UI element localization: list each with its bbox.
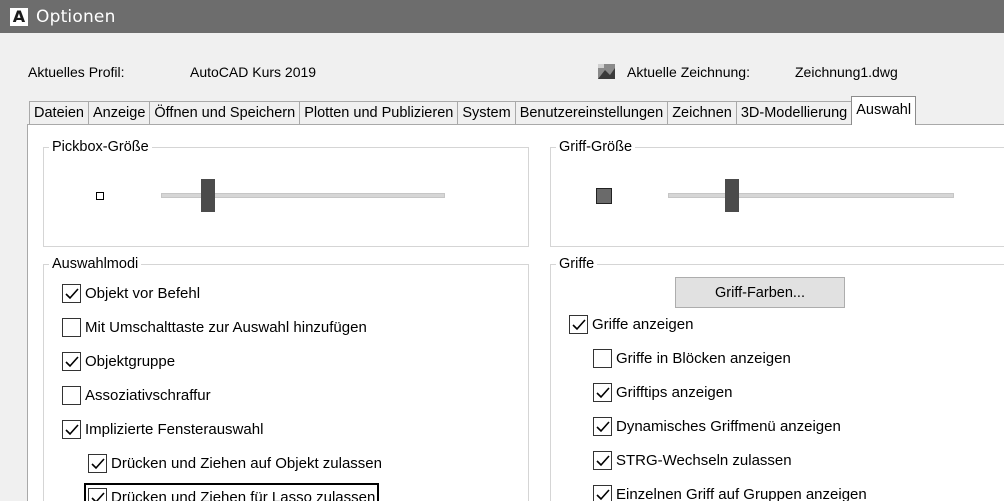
checkbox-objektgruppe[interactable]: Objektgruppe [62,351,175,371]
grip-colors-button[interactable]: Griff-Farben... [675,277,845,308]
checkbox-box[interactable] [593,484,612,501]
current-drawing-value: Zeichnung1.dwg [795,64,898,80]
checkbox-druecken-ziehen-lasso[interactable]: Drücken und Ziehen für Lasso zulassen [83,483,380,501]
title-bar: A Optionen [0,0,1004,33]
checkbox-label: Einzelnen Griff auf Gruppen anzeigen [616,485,867,501]
grips-group: Griffe Griff-Farben... Griffe anzeigen G… [550,256,1004,501]
tab-oeffnen-speichern[interactable]: Öffnen und Speichern [149,101,301,125]
checkbox-druecken-ziehen-objekt[interactable]: Drücken und Ziehen auf Objekt zulassen [88,453,382,473]
checkbox-box[interactable] [593,416,612,436]
grip-size-group: Griff-Größe [550,139,1004,247]
checkbox-label: Drücken und Ziehen für Lasso zulassen [111,488,376,501]
grip-size-slider-thumb[interactable] [725,179,739,212]
grip-size-slider-track[interactable] [668,193,954,198]
checkmark-icon [596,386,610,398]
current-drawing-label: Aktuelle Zeichnung: [627,64,750,80]
checkbox-box[interactable] [88,453,107,473]
checkbox-box[interactable] [593,382,612,402]
tab-3d-modellierung[interactable]: 3D-Modellierung [735,101,853,125]
checkmark-icon [572,318,586,330]
tab-benutzereinstellungen[interactable]: Benutzereinstellungen [514,101,669,125]
tab-dateien[interactable]: Dateien [29,101,89,125]
tab-strip: Dateien Anzeige Öffnen und Speichern Plo… [29,96,917,125]
checkbox-label: STRG-Wechseln zulassen [616,451,792,469]
autocad-logo-icon: A [10,7,28,26]
checkbox-assoziativschraffur[interactable]: Assoziativschraffur [62,385,211,405]
checkbox-box[interactable] [62,283,81,303]
tab-panel-auswahl: Pickbox-Größe Griff-Größe Auswahlmodi Ob… [27,124,1004,501]
checkbox-label: Griffe anzeigen [592,315,694,333]
pickbox-size-group: Pickbox-Größe [43,139,529,247]
checkbox-box[interactable] [62,419,81,439]
checkbox-label: Griffe in Blöcken anzeigen [616,349,791,367]
checkmark-icon [91,491,105,501]
profile-value: AutoCAD Kurs 2019 [190,64,317,80]
checkbox-umschalttaste-hinzufuegen[interactable]: Mit Umschalttaste zur Auswahl hinzufügen [62,317,367,337]
checkmark-icon [65,423,79,435]
grip-size-title: Griff-Größe [556,139,636,155]
checkbox-label: Assoziativschraffur [85,386,211,404]
pickbox-slider-thumb[interactable] [201,179,215,212]
checkbox-grifftips-anzeigen[interactable]: Grifftips anzeigen [593,382,732,402]
checkbox-label: Objekt vor Befehl [85,284,201,302]
checkbox-label: Drücken und Ziehen auf Objekt zulassen [111,454,382,472]
checkbox-box[interactable] [62,351,81,371]
checkbox-box[interactable] [62,385,81,405]
grip-size-preview [596,188,612,204]
checkbox-box[interactable] [593,348,612,368]
checkbox-einzelner-griff-gruppen[interactable]: Einzelnen Griff auf Gruppen anzeigen [593,484,867,501]
profile-row: Aktuelles Profil: AutoCAD Kurs 2019 Aktu… [0,64,1004,84]
checkbox-label: Dynamisches Griffmenü anzeigen [616,417,841,435]
selection-modes-group: Auswahlmodi Objekt vor Befehl Mit Umscha… [43,256,529,501]
tab-plotten-publizieren[interactable]: Plotten und Publizieren [299,101,459,125]
checkbox-box[interactable] [62,317,81,337]
checkbox-griffe-anzeigen[interactable]: Griffe anzeigen [569,314,693,334]
profile-label: Aktuelles Profil: [28,64,125,80]
grips-title: Griffe [556,256,598,272]
drawing-icon [598,64,615,79]
checkmark-icon [91,457,105,469]
checkmark-icon [65,287,79,299]
checkbox-label: Grifftips anzeigen [616,383,733,401]
checkmark-icon [596,420,610,432]
pickbox-preview [96,192,104,200]
checkmark-icon [65,355,79,367]
checkbox-objekt-vor-befehl[interactable]: Objekt vor Befehl [62,283,200,303]
tab-system[interactable]: System [457,101,516,125]
checkbox-box[interactable] [88,487,107,501]
checkbox-griffe-in-bloecken[interactable]: Griffe in Blöcken anzeigen [593,348,791,368]
checkbox-label: Implizierte Fensterauswahl [85,420,264,438]
checkbox-box[interactable] [569,314,588,334]
tab-auswahl[interactable]: Auswahl [851,96,917,125]
selection-modes-title: Auswahlmodi [49,256,142,272]
checkbox-label: Objektgruppe [85,352,176,370]
pickbox-size-title: Pickbox-Größe [49,139,152,155]
checkbox-implizierte-fensterauswahl[interactable]: Implizierte Fensterauswahl [62,419,263,439]
checkmark-icon [596,488,610,500]
checkbox-box[interactable] [593,450,612,470]
checkbox-label: Mit Umschalttaste zur Auswahl hinzufügen [85,318,367,336]
tab-zeichnen[interactable]: Zeichnen [667,101,737,125]
checkbox-dynamisches-griffmenue[interactable]: Dynamisches Griffmenü anzeigen [593,416,841,436]
checkbox-strg-wechseln[interactable]: STRG-Wechseln zulassen [593,450,792,470]
window-title: Optionen [36,6,116,27]
tab-anzeige[interactable]: Anzeige [87,101,151,125]
checkmark-icon [596,454,610,466]
